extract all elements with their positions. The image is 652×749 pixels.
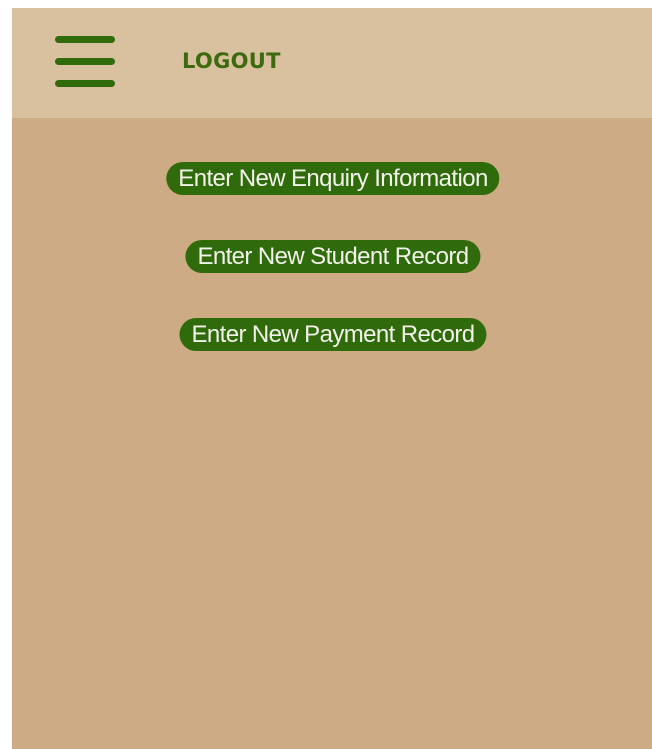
- main-content: Enter New Enquiry Information Enter New …: [12, 118, 652, 749]
- hamburger-menu-icon[interactable]: [53, 34, 117, 90]
- top-bar: LOGOUT: [12, 8, 652, 118]
- menu-icon-bar-top: [55, 36, 115, 43]
- enter-new-payment-record-button[interactable]: Enter New Payment Record: [179, 318, 487, 351]
- menu-icon-bar-bottom: [55, 80, 115, 87]
- menu-icon-bar-middle: [55, 58, 115, 65]
- logout-link[interactable]: LOGOUT: [182, 51, 281, 72]
- enter-new-enquiry-button[interactable]: Enter New Enquiry Information: [166, 162, 500, 195]
- app-frame: LOGOUT Enter New Enquiry Information Ent…: [12, 8, 652, 749]
- enter-new-student-record-button[interactable]: Enter New Student Record: [185, 240, 481, 273]
